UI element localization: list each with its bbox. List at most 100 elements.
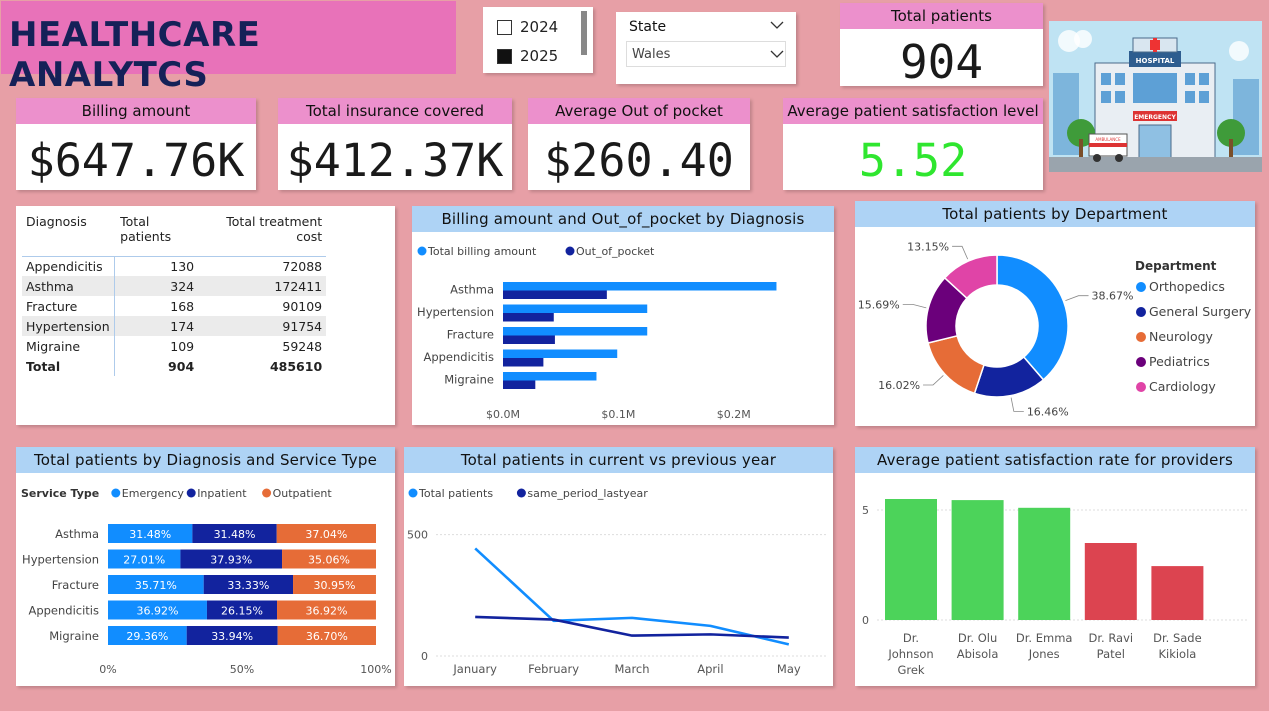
x-tick-label: Dr. Ravi: [1088, 631, 1133, 645]
diagnosis-table-card: Diagnosis Total patients Total treatment…: [16, 206, 395, 425]
bar-value-label: 27.01%: [123, 554, 165, 567]
category-label: Hypertension: [417, 305, 494, 319]
x-tick-label: Patel: [1097, 647, 1125, 661]
ambulance-word: AMBULANCE: [1095, 137, 1121, 142]
department-chart-card: Total patients by Department 38.67% 16.46…: [855, 201, 1255, 426]
kpi-insurance-value: $412.37K: [286, 134, 504, 187]
yoy-chart-card: Total patients in current vs previous ye…: [404, 447, 833, 686]
category-label: Fracture: [52, 578, 99, 592]
kpi-total-patients-label: Total patients: [840, 3, 1043, 29]
cell-treatment-cost: 59248: [282, 338, 323, 354]
slicer-scrollbar[interactable]: [581, 11, 587, 55]
bar-value-label: 30.95%: [314, 579, 356, 592]
state-dropdown[interactable]: Wales: [626, 41, 786, 67]
x-tick-label: 50%: [230, 663, 254, 676]
cell-treatment-cost: 72088: [282, 258, 323, 274]
bar-value-label: 33.94%: [211, 630, 253, 643]
year-option-2025[interactable]: 2025: [497, 44, 558, 68]
category-label: Fracture: [447, 328, 494, 342]
category-label: Asthma: [450, 283, 494, 297]
cell-treatment-cost: 485610: [269, 358, 323, 374]
kpi-oop-value: $260.40: [544, 134, 734, 187]
x-tick-label: 0%: [99, 663, 116, 676]
cell-diagnosis: Migraine: [22, 336, 115, 356]
x-tick-label: Dr.: [903, 631, 919, 645]
slice-leader-line: [1010, 397, 1024, 412]
bar-total-billing-amount: [503, 327, 648, 336]
providers-chart-title: Average patient satisfaction rate for pr…: [855, 447, 1255, 473]
legend-title: Service Type: [21, 487, 99, 500]
cell-total-patients: 174: [170, 318, 195, 334]
slice-leader-line: [902, 303, 927, 309]
bar-total-billing-amount: [503, 282, 777, 291]
legend-label: Total patients: [418, 487, 493, 500]
year-slicer: 2024 2025: [483, 7, 593, 73]
state-slicer-label: State: [629, 19, 667, 35]
kpi-insurance-label: Total insurance covered: [278, 98, 512, 124]
legend-label: Out_of_pocket: [576, 245, 655, 258]
yoy-chart-title: Total patients in current vs previous ye…: [404, 447, 833, 473]
legend-marker: [1136, 357, 1146, 367]
hospital-word: HOSPITAL: [1136, 57, 1175, 65]
slice-value-label: 16.02%: [878, 379, 920, 392]
col-header-total-patients[interactable]: Total patients: [114, 212, 198, 256]
kpi-out-of-pocket: Average Out of pocket $260.40: [528, 98, 750, 190]
checkbox-2025[interactable]: [497, 48, 512, 64]
x-tick-label: Abisola: [957, 647, 999, 661]
slice-orthopedics: [996, 254, 1069, 381]
kpi-insurance: Total insurance covered $412.37K: [278, 98, 512, 190]
legend-marker: [1136, 332, 1146, 342]
kpi-satisfaction: Average patient satisfaction level 5.52: [783, 98, 1043, 190]
legend-label: Cardiology: [1149, 379, 1216, 394]
bar-total-billing-amount: [503, 349, 618, 358]
x-tick-label: Dr. Emma: [1016, 631, 1073, 645]
bar-out-of-pocket: [503, 358, 544, 367]
bar-value-label: 36.92%: [306, 605, 348, 618]
slice-neurology: [927, 334, 985, 395]
x-tick-label: January: [452, 662, 497, 676]
bar-value-label: 37.93%: [210, 554, 252, 567]
slice-value-label: 15.69%: [858, 298, 900, 311]
slice-leader-line: [1065, 295, 1089, 301]
chevron-down-icon[interactable]: [770, 49, 784, 59]
slice-value-label: 16.46%: [1027, 405, 1069, 418]
slice-value-label: 38.67%: [1092, 290, 1134, 303]
slice-value-label: 13.15%: [907, 240, 949, 253]
x-tick-label: $0.2M: [717, 408, 751, 421]
col-header-diagnosis[interactable]: Diagnosis: [22, 212, 114, 256]
x-tick-label: February: [528, 662, 579, 676]
hospital-illustration: HOSPITAL EMERGENCY AMBULANCE: [1049, 21, 1262, 172]
x-tick-label: Jones: [1028, 647, 1060, 661]
legend-marker: [516, 488, 526, 498]
category-label: Appendicitis: [28, 604, 99, 618]
bar-value-label: 35.06%: [308, 554, 350, 567]
category-label: Asthma: [55, 527, 99, 541]
x-tick-label: Kikiola: [1158, 647, 1196, 661]
provider-bar: [1018, 507, 1071, 620]
legend-marker: [565, 246, 575, 256]
legend-label: Emergency: [122, 487, 185, 500]
cell-diagnosis: Asthma: [22, 276, 115, 296]
billing-chart-card: Billing amount and Out_of_pocket by Diag…: [412, 206, 834, 425]
bar-value-label: 26.15%: [221, 605, 263, 618]
legend-title: Department: [1135, 259, 1217, 273]
cell-treatment-cost: 91754: [282, 318, 323, 334]
bar-out-of-pocket: [503, 313, 554, 322]
bar-total-billing-amount: [503, 304, 648, 313]
col-header-treatment-cost[interactable]: Total treatment cost: [198, 212, 326, 256]
chevron-down-icon[interactable]: [770, 20, 784, 30]
provider-bar: [951, 500, 1004, 620]
table-row: Appendicitis 130 72088: [22, 256, 327, 276]
table-row: Hypertension 174 91754: [22, 316, 327, 336]
year-option-2024[interactable]: 2024: [497, 15, 558, 39]
state-slicer: State Wales: [616, 12, 796, 84]
category-label: Migraine: [49, 629, 99, 643]
cell-total-patients: 168: [170, 298, 195, 314]
checkbox-2024[interactable]: [497, 19, 512, 35]
bar-out-of-pocket: [503, 335, 555, 344]
provider-bar: [1084, 543, 1137, 620]
cell-total-patients: 324: [170, 278, 195, 294]
table-total-row: Total 904 485610: [22, 356, 326, 376]
service-chart-title: Total patients by Diagnosis and Service …: [16, 447, 395, 473]
kpi-billing-amount: Billing amount $647.76K: [16, 98, 256, 190]
